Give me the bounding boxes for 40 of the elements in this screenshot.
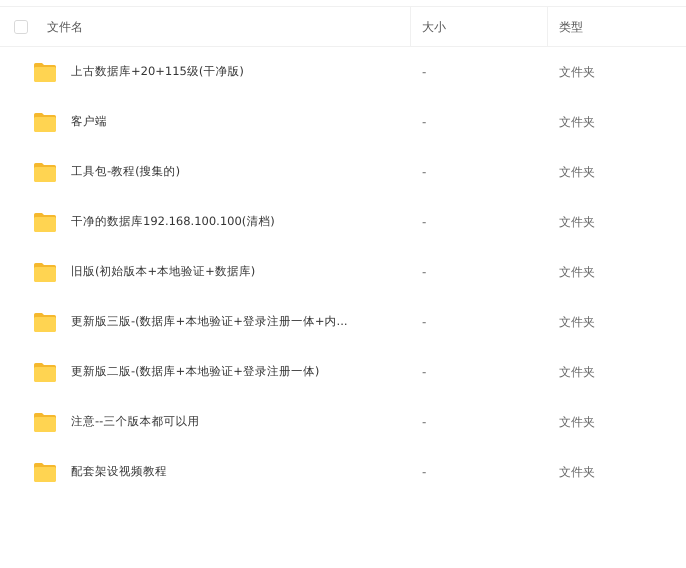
file-size: - [422, 265, 426, 279]
folder-icon [33, 112, 57, 132]
column-header[interactable]: 类型 [559, 18, 583, 36]
file-name[interactable]: 更新版三版-(数据库+本地验证+登录注册一体+内... [71, 313, 348, 331]
folder-icon [33, 212, 57, 232]
folder-icon [33, 462, 57, 482]
file-name[interactable]: 上古数据库+20+115级(干净版) [71, 63, 244, 81]
file-size: - [422, 465, 426, 479]
folder-icon [33, 312, 57, 332]
file-type: 文件夹 [559, 315, 595, 329]
file-size: - [422, 65, 426, 79]
column-header[interactable]: 大小 [422, 18, 446, 36]
folder-icon [33, 62, 57, 82]
file-size: - [422, 215, 426, 229]
folder-icon [33, 412, 57, 432]
file-name[interactable]: 旧版(初始版本+本地验证+数据库) [71, 263, 256, 281]
file-type: 文件夹 [559, 415, 595, 429]
file-type: 文件夹 [559, 65, 595, 79]
file-type: 文件夹 [559, 165, 595, 179]
column-header[interactable]: 文件名 [47, 18, 83, 36]
file-name[interactable]: 配套架设视频教程 [71, 463, 167, 481]
folder-icon [33, 362, 57, 382]
select-all-checkbox[interactable] [14, 20, 28, 34]
file-name[interactable]: 客户端 [71, 113, 107, 131]
file-size: - [422, 115, 426, 129]
file-name[interactable]: 工具包-教程(搜集的) [71, 163, 180, 181]
file-type: 文件夹 [559, 265, 595, 279]
file-name[interactable]: 干净的数据库192.168.100.100(清档) [71, 213, 275, 231]
folder-icon [33, 262, 57, 282]
file-name[interactable]: 注意--三个版本都可以用 [71, 413, 200, 431]
file-type: 文件夹 [559, 215, 595, 229]
file-size: - [422, 315, 426, 329]
file-size: - [422, 365, 426, 379]
file-type: 文件夹 [559, 465, 595, 479]
file-type: 文件夹 [559, 365, 595, 379]
file-name[interactable]: 更新版二版-(数据库+本地验证+登录注册一体) [71, 363, 320, 381]
file-size: - [422, 415, 426, 429]
file-size: - [422, 165, 426, 179]
file-type: 文件夹 [559, 115, 595, 129]
folder-icon [33, 162, 57, 182]
